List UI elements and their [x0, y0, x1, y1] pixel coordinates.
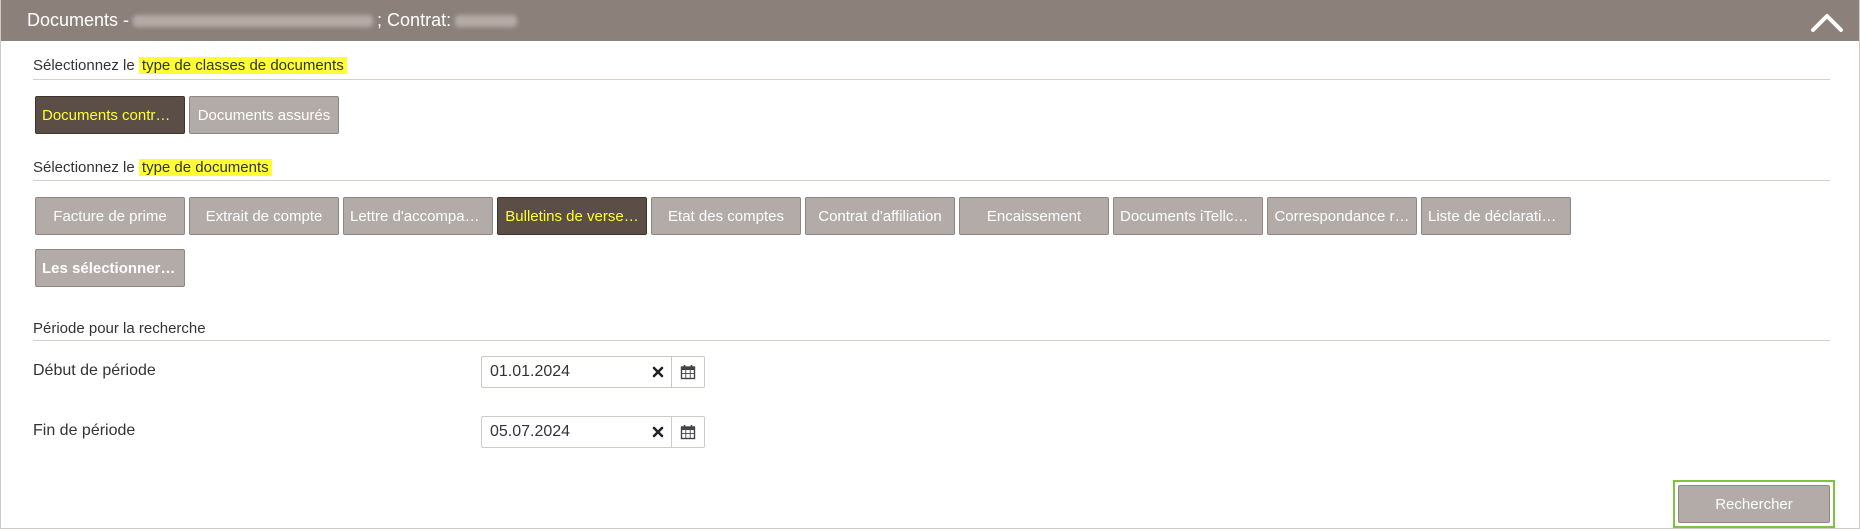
- collapse-button[interactable]: [1807, 6, 1847, 36]
- search-button-focus-ring: Rechercher: [1673, 480, 1835, 528]
- tile-label: Liste de déclaratio…: [1428, 207, 1564, 225]
- calendar-icon: [680, 365, 696, 380]
- end-date-group: [481, 416, 705, 448]
- start-date-label: Début de période: [33, 362, 156, 379]
- tile-label: Documents contra…: [42, 106, 178, 124]
- doc-tile-premium-invoice[interactable]: Facture de prime: [35, 197, 185, 235]
- class-section-label: Sélectionnez le type de classes de docum…: [33, 57, 347, 74]
- chevron-up-icon: [1811, 14, 1843, 32]
- redacted-contract-number: [455, 14, 518, 27]
- end-date-label: Fin de période: [33, 422, 136, 439]
- doc-tile-cover-letter[interactable]: Lettre d'accompag…: [343, 197, 493, 235]
- doc-divider: [33, 180, 1830, 181]
- redacted-client-name: [133, 14, 374, 27]
- start-date-calendar-button[interactable]: [671, 356, 705, 388]
- doc-tile-itellco-documents[interactable]: Documents iTellco…: [1113, 197, 1263, 235]
- class-label-prefix: Sélectionnez le: [33, 57, 139, 74]
- documents-panel: Documents - ; Contrat: Sélectionnez le t…: [0, 0, 1860, 529]
- doc-tile-collection[interactable]: Encaissement: [959, 197, 1109, 235]
- end-date-calendar-button[interactable]: [671, 416, 705, 448]
- class-tile-insured-documents[interactable]: Documents assurés: [189, 96, 339, 134]
- doc-tile-account-statement[interactable]: Extrait de compte: [189, 197, 339, 235]
- period-divider: [33, 340, 1830, 341]
- tile-label: Les sélectionner t…: [42, 259, 178, 277]
- close-icon: [652, 366, 664, 378]
- tile-label: Bulletins de verse…: [505, 207, 639, 225]
- doc-tile-accounts-status[interactable]: Etat des comptes: [651, 197, 801, 235]
- contract-label: ; Contrat:: [377, 10, 452, 30]
- doc-label-prefix: Sélectionnez le: [33, 159, 139, 176]
- doc-tile-declaration-list[interactable]: Liste de déclaratio…: [1421, 197, 1571, 235]
- start-date-group: [481, 356, 705, 388]
- panel-header: Documents - ; Contrat:: [1, 0, 1859, 41]
- calendar-icon: [680, 425, 696, 440]
- end-date-clear-button[interactable]: [649, 423, 667, 441]
- search-button[interactable]: Rechercher: [1678, 485, 1830, 523]
- select-all-button[interactable]: Les sélectionner t…: [35, 249, 185, 287]
- doc-tile-affiliation-contract[interactable]: Contrat d'affiliation: [805, 197, 955, 235]
- end-date-input[interactable]: [481, 416, 671, 448]
- tile-label: Contrat d'affiliation: [818, 207, 942, 225]
- start-date-input[interactable]: [481, 356, 671, 388]
- class-divider: [33, 79, 1830, 80]
- doc-section-label: Sélectionnez le type de documents: [33, 159, 272, 176]
- tile-label: Encaissement: [986, 207, 1082, 225]
- tile-label: Extrait de compte: [205, 207, 323, 225]
- start-date-clear-button[interactable]: [649, 363, 667, 381]
- tile-label: Facture de prime: [53, 207, 167, 225]
- tile-label: Etat des comptes: [668, 207, 784, 225]
- tile-label: Documents assurés: [197, 106, 331, 124]
- close-icon: [652, 426, 664, 438]
- period-section-label: Période pour la recherche: [33, 320, 206, 337]
- doc-label-highlight: type de documents: [138, 159, 272, 176]
- panel-title: Documents - ; Contrat:: [27, 10, 521, 31]
- tile-label: Documents iTellco…: [1120, 207, 1256, 225]
- class-tile-contract-documents[interactable]: Documents contra…: [35, 96, 185, 134]
- class-label-highlight: type de classes de documents: [138, 57, 347, 74]
- doc-tile-payment-slips[interactable]: Bulletins de verse…: [497, 197, 647, 235]
- tile-label: Lettre d'accompag…: [350, 207, 486, 225]
- title-prefix: Documents -: [27, 10, 130, 30]
- doc-tile-correspondence[interactable]: Correspondance r…: [1267, 197, 1417, 235]
- tile-label: Correspondance r…: [1274, 207, 1410, 225]
